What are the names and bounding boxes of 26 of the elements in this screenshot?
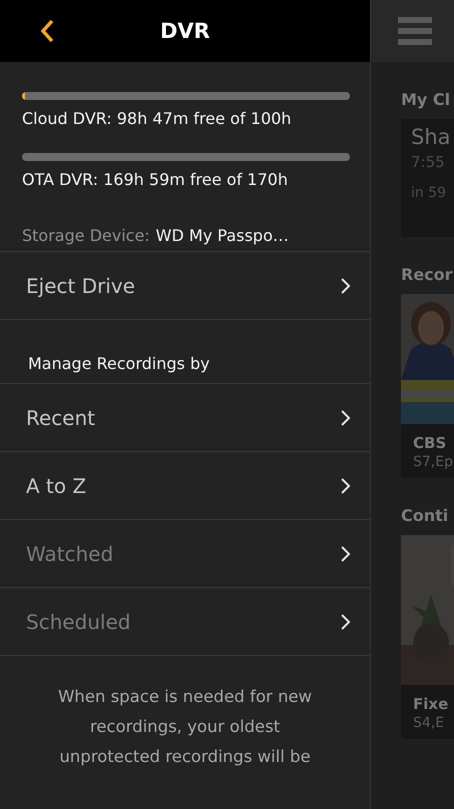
chevron-icon — [340, 410, 350, 426]
info-text: When space is needed for new recordings, your oldest unprotected recordings will be — [57, 686, 313, 768]
chevron-icon — [340, 614, 350, 630]
device-name: WD My Passpo… — [156, 226, 289, 245]
chevron-icon — [340, 478, 350, 494]
section-title: Recor — [400, 264, 454, 286]
card-title: CBS — [412, 433, 448, 452]
menu-row[interactable]: Eject Drive — [0, 252, 370, 320]
menu-row[interactable]: A to Z — [0, 452, 370, 520]
storage-label: Cloud DVR: 98h 47m free of 100h — [22, 109, 292, 128]
show-card[interactable]: CBS S7,Ep — [401, 294, 454, 478]
back-icon — [40, 19, 54, 43]
menu-row[interactable]: Recent — [0, 384, 370, 452]
show-card[interactable]: Fixe S4,E — [401, 535, 454, 739]
section-heading: Manage Recordings by — [0, 320, 370, 384]
storage-label: OTA DVR: 169h 59m free of 170h — [22, 170, 289, 189]
section-title: Conti — [400, 505, 450, 527]
card-subtitle: S4,E — [412, 714, 446, 731]
screen-title: DVR — [159, 19, 211, 43]
chevron-icon — [340, 278, 350, 294]
section-title: My Cl — [400, 89, 452, 111]
card-title: Fixe — [412, 694, 450, 713]
card-subtitle: S7,Ep — [412, 453, 454, 470]
card-title: Sha — [411, 125, 452, 149]
chevron-icon — [340, 546, 350, 562]
device-label: Storage Device: — [22, 226, 150, 245]
